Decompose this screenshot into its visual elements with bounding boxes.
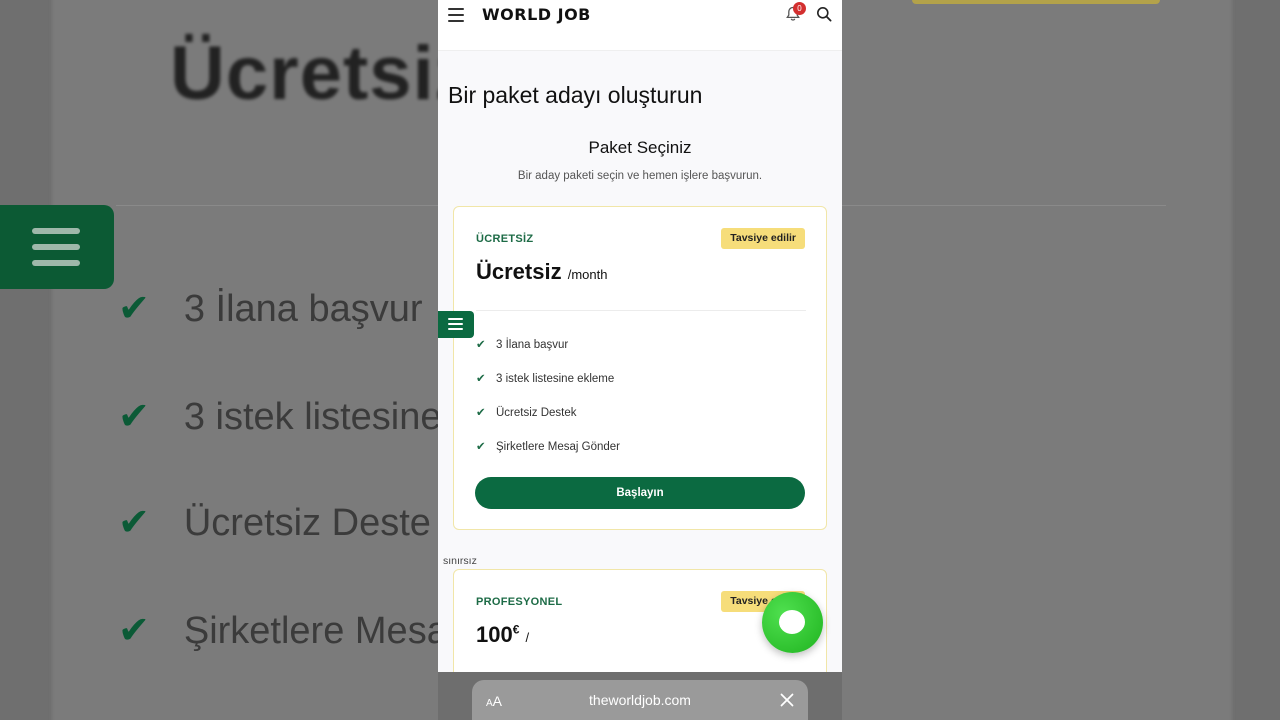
bg-item: ✔ 3 istek listesine <box>118 396 442 438</box>
check-icon: ✔ <box>476 441 486 453</box>
hamburger-icon[interactable] <box>448 8 464 22</box>
feature-item: ✔ 3 istek listesine ekleme <box>476 373 615 385</box>
bg-item: ✔ Şirketlere Mesa <box>118 610 448 652</box>
bg-item: ✔ 3 İlana başvur <box>118 288 423 330</box>
feature-item: ✔ Şirketlere Mesaj Gönder <box>476 441 620 453</box>
card-divider <box>476 310 806 311</box>
url-text[interactable]: theworldjob.com <box>472 692 808 708</box>
check-icon: ✔ <box>476 339 486 351</box>
section-subtitle: Bir aday paketi seçin ve hemen işlere ba… <box>517 170 763 182</box>
feature-item: ✔ 3 İlana başvur <box>476 339 569 351</box>
recommended-badge: Tavsiye edilir <box>721 228 805 249</box>
phone-screen: WORLD JOB 0 Bir paket adayı oluşturun Pa… <box>438 0 842 720</box>
search-icon[interactable] <box>816 6 832 22</box>
bg-menu-icon <box>0 205 114 289</box>
chat-icon[interactable] <box>762 592 823 653</box>
close-icon[interactable] <box>780 693 794 707</box>
plan-price: Ücretsiz /month <box>476 259 608 284</box>
floating-menu-button[interactable] <box>438 311 474 338</box>
notification-badge: 0 <box>793 2 806 15</box>
unlimited-label: sınırsız <box>443 555 477 567</box>
bg-yellow-bar <box>912 0 1160 4</box>
page-title: Bir paket adayı oluşturun <box>448 82 703 108</box>
plan-price: 100€ / <box>476 622 530 647</box>
check-icon: ✔ <box>476 373 486 385</box>
start-button[interactable]: Başlayın <box>475 477 805 509</box>
bg-item: ✔ Ücretsiz Deste <box>118 502 431 544</box>
feature-item: ✔ Ücretsiz Destek <box>476 407 577 419</box>
check-icon: ✔ <box>476 407 486 419</box>
plan-name: ÜCRETSİZ <box>476 233 534 245</box>
plan-name: PROFESYONEL <box>476 596 563 608</box>
section-title: Paket Seçiniz <box>588 138 692 157</box>
plan-card-free: ÜCRETSİZ Tavsiye edilir Ücretsiz /month … <box>453 206 827 530</box>
browser-url-bar[interactable]: AA theworldjob.com <box>472 680 808 720</box>
world-job-logo[interactable]: WORLD JOB <box>482 5 591 24</box>
top-navbar: WORLD JOB 0 <box>438 0 842 51</box>
